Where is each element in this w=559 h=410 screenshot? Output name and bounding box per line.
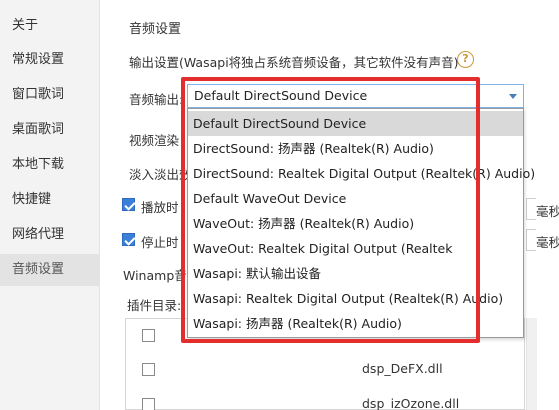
- plugin-checkbox[interactable]: [142, 329, 155, 342]
- plugin-filename: dsp_DeFX.dll: [362, 361, 443, 376]
- sidebar-item-shortcuts[interactable]: 快捷键: [0, 184, 100, 216]
- audio-output-select[interactable]: Default DirectSound Device: [187, 84, 524, 108]
- settings-main: 音频设置 输出设置(Wasapi将独占系统音频设备，其它软件没有声音) ? 音频…: [101, 0, 559, 410]
- play-fade-duration-input[interactable]: [526, 198, 536, 220]
- dropdown-option[interactable]: DirectSound: 扬声器 (Realtek(R) Audio): [188, 136, 523, 161]
- plugin-table-scrollbar[interactable]: [526, 318, 537, 410]
- play-fade-unit: 毫秒: [536, 204, 559, 219]
- dropdown-option[interactable]: Default DirectSound Device: [188, 111, 523, 136]
- table-row[interactable]: dsp_izOzone.dll: [126, 392, 524, 410]
- help-icon[interactable]: ?: [457, 51, 474, 68]
- sidebar-item-window-lyrics[interactable]: 窗口歌词: [0, 79, 100, 111]
- dropdown-option[interactable]: Wasapi: 默认输出设备: [188, 261, 523, 286]
- audio-output-value: Default DirectSound Device: [194, 88, 368, 103]
- plugin-filename: dsp_izOzone.dll: [362, 396, 460, 410]
- audio-output-label: 音频输出:: [129, 92, 184, 107]
- stop-fade-checkbox[interactable]: [122, 233, 135, 246]
- section-title: 音频设置: [129, 22, 182, 37]
- plugin-dir-label: 插件目录:: [127, 298, 182, 313]
- sidebar-item-desktop-lyrics[interactable]: 桌面歌词: [0, 114, 100, 146]
- settings-sidebar: 关于 常规设置 窗口歌词 桌面歌词 本地下载 快捷键 网络代理 音频设置: [0, 0, 100, 410]
- stop-fade-label: 停止时: [141, 235, 179, 250]
- dropdown-option[interactable]: Default WaveOut Device: [188, 186, 523, 211]
- video-render-label: 视频渲染: [129, 133, 180, 148]
- sidebar-item-local-download[interactable]: 本地下载: [0, 149, 100, 181]
- dropdown-option[interactable]: WaveOut: Realtek Digital Output (Realtek: [188, 236, 523, 261]
- dropdown-option[interactable]: Wasapi: 扬声器 (Realtek(R) Audio): [188, 311, 523, 336]
- play-fade-checkbox[interactable]: [122, 198, 135, 211]
- audio-output-dropdown: Default DirectSound Device DirectSound: …: [187, 108, 535, 338]
- plugin-checkbox[interactable]: [142, 398, 155, 410]
- dropdown-option[interactable]: DirectSound: Realtek Digital Output (Rea…: [188, 161, 535, 186]
- stop-fade-duration-input[interactable]: [526, 229, 536, 251]
- sidebar-item-audio[interactable]: 音频设置: [0, 254, 100, 286]
- dropdown-option[interactable]: WaveOut: 扬声器 (Realtek(R) Audio): [188, 211, 523, 236]
- sidebar-item-about[interactable]: 关于: [0, 10, 100, 42]
- stop-fade-unit: 毫秒: [536, 235, 559, 250]
- sidebar-item-proxy[interactable]: 网络代理: [0, 219, 100, 251]
- output-description: 输出设置(Wasapi将独占系统音频设备，其它软件没有声音): [129, 55, 459, 70]
- fade-label: 淡入淡出效: [129, 167, 192, 182]
- plugin-checkbox[interactable]: [142, 363, 155, 376]
- winamp-label: Winamp音: [123, 268, 187, 283]
- sidebar-item-general[interactable]: 常规设置: [0, 44, 100, 76]
- chevron-down-icon[interactable]: [509, 94, 517, 99]
- table-row[interactable]: dsp_DeFX.dll: [126, 357, 524, 383]
- play-fade-label: 播放时: [141, 200, 179, 215]
- dropdown-option[interactable]: Wasapi: Realtek Digital Output (Realtek(…: [188, 286, 523, 311]
